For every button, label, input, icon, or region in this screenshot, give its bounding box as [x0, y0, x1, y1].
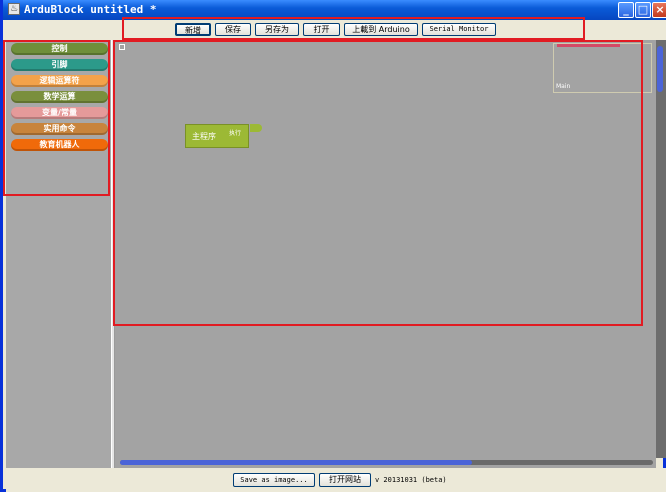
- block-canvas[interactable]: Main 主程序 执行: [115, 40, 656, 458]
- save-as-button[interactable]: 另存为: [255, 23, 299, 36]
- block-connector: [250, 124, 262, 132]
- upload-arduino-button[interactable]: 上載到 Arduino: [344, 23, 418, 36]
- open-button[interactable]: 打开: [303, 23, 340, 36]
- save-as-image-button[interactable]: Save as image...: [233, 473, 315, 487]
- category-label: 逻辑运算符: [39, 76, 80, 85]
- block-title: 主程序: [192, 132, 216, 141]
- vertical-scroll-thumb[interactable]: [657, 46, 663, 92]
- category-math[interactable]: 数学运算: [11, 91, 108, 103]
- horizontal-scroll-thumb[interactable]: [120, 460, 472, 465]
- category-label: 教育机器人: [39, 140, 80, 149]
- maximize-button[interactable]: □: [635, 2, 651, 18]
- title-bar[interactable]: ♨ ArduBlock untitled * _ □ ×: [3, 0, 666, 20]
- category-label: 控制: [51, 44, 68, 53]
- canvas-corner-marker: [119, 44, 125, 50]
- new-button[interactable]: 新增: [175, 23, 211, 36]
- version-label: v 20131031 (beta): [375, 476, 447, 484]
- category-control[interactable]: 控制: [11, 43, 108, 55]
- horizontal-scroll-track[interactable]: [120, 460, 653, 465]
- vertical-scrollbar[interactable]: [656, 40, 666, 458]
- save-button[interactable]: 保存: [215, 23, 251, 36]
- app-icon: ♨: [8, 3, 20, 15]
- category-label: 实用命令: [43, 124, 76, 133]
- category-label: 数学运算: [43, 92, 76, 101]
- block-palette: 控制 引脚 逻辑运算符 数学运算 变量/常量 实用命令 教育机器人: [6, 40, 111, 468]
- minimap-label: Main: [556, 83, 571, 90]
- minimap[interactable]: Main: [553, 43, 652, 93]
- category-label: 变量/常量: [42, 108, 77, 117]
- block-slot-label: 执行: [222, 129, 248, 139]
- horizontal-scrollbar[interactable]: [115, 458, 656, 468]
- main-program-block[interactable]: 主程序 执行: [185, 124, 262, 148]
- status-bar: Save as image... 打开网站 v 20131031 (beta): [6, 468, 666, 492]
- open-website-button[interactable]: 打开网站: [319, 473, 371, 487]
- close-button[interactable]: ×: [652, 2, 666, 18]
- category-label: 引脚: [51, 60, 68, 69]
- minimap-viewport: [557, 44, 620, 47]
- serial-monitor-button[interactable]: Serial Monitor: [422, 23, 496, 36]
- category-logic[interactable]: 逻辑运算符: [11, 75, 108, 87]
- category-variables[interactable]: 变量/常量: [11, 107, 108, 119]
- category-utilities[interactable]: 实用命令: [11, 123, 108, 135]
- minimize-button[interactable]: _: [618, 2, 634, 18]
- window-title: ArduBlock untitled *: [24, 3, 157, 16]
- toolbar: 新增 保存 另存为 打开 上載到 Arduino Serial Monitor: [6, 20, 666, 40]
- category-edu-robot[interactable]: 教育机器人: [11, 139, 108, 151]
- app-window: ♨ ArduBlock untitled * _ □ × 新增 保存 另存为 打…: [0, 0, 666, 492]
- category-pins[interactable]: 引脚: [11, 59, 108, 71]
